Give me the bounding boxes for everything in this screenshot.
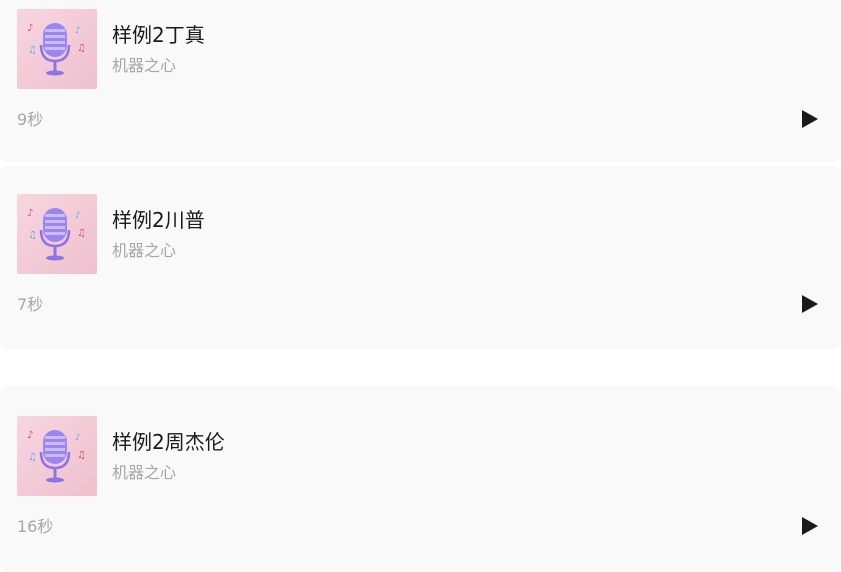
svg-text:♪: ♪	[75, 26, 81, 36]
track-cover: ♪ ♫ ♪ ♫	[17, 194, 97, 274]
svg-text:♫: ♫	[77, 228, 86, 239]
track-card: ♪ ♫ ♪ ♫ 样例2川普 机器之心 7秒	[0, 166, 841, 349]
track-title: 样例2周杰伦	[112, 430, 225, 454]
track-title: 样例2川普	[112, 208, 205, 232]
play-icon[interactable]	[796, 106, 822, 132]
play-icon[interactable]	[796, 513, 822, 539]
play-button[interactable]	[796, 291, 822, 317]
svg-text:♫: ♫	[28, 45, 37, 56]
svg-text:♪: ♪	[27, 430, 33, 441]
track-card: ♪ ♫ ♪ ♫ 样例2周杰伦 机器之心 16秒	[0, 386, 841, 572]
track-duration: 9秒	[17, 110, 44, 129]
track-duration: 16秒	[17, 517, 54, 536]
track-artist: 机器之心	[112, 56, 177, 75]
svg-text:♪: ♪	[75, 211, 81, 221]
microphone-icon: ♪ ♫ ♪ ♫	[17, 416, 97, 496]
svg-text:♫: ♫	[77, 43, 86, 54]
svg-text:♫: ♫	[28, 452, 37, 463]
svg-text:♫: ♫	[28, 230, 37, 241]
track-cover: ♪ ♫ ♪ ♫	[17, 9, 97, 89]
microphone-icon: ♪ ♫ ♪ ♫	[17, 9, 97, 89]
svg-text:♫: ♫	[77, 450, 86, 461]
track-title: 样例2丁真	[112, 23, 205, 47]
play-button[interactable]	[796, 106, 822, 132]
track-artist: 机器之心	[112, 463, 177, 482]
microphone-icon: ♪ ♫ ♪ ♫	[17, 194, 97, 274]
track-artist: 机器之心	[112, 241, 177, 260]
svg-text:♪: ♪	[27, 23, 33, 34]
svg-text:♪: ♪	[27, 208, 33, 219]
track-duration: 7秒	[17, 295, 44, 314]
track-card: ♪ ♫ ♪ ♫ 样例2丁真 机器之心 9秒	[0, 0, 841, 162]
svg-text:♪: ♪	[75, 433, 81, 443]
play-button[interactable]	[796, 513, 822, 539]
track-cover: ♪ ♫ ♪ ♫	[17, 416, 97, 496]
play-icon[interactable]	[796, 291, 822, 317]
